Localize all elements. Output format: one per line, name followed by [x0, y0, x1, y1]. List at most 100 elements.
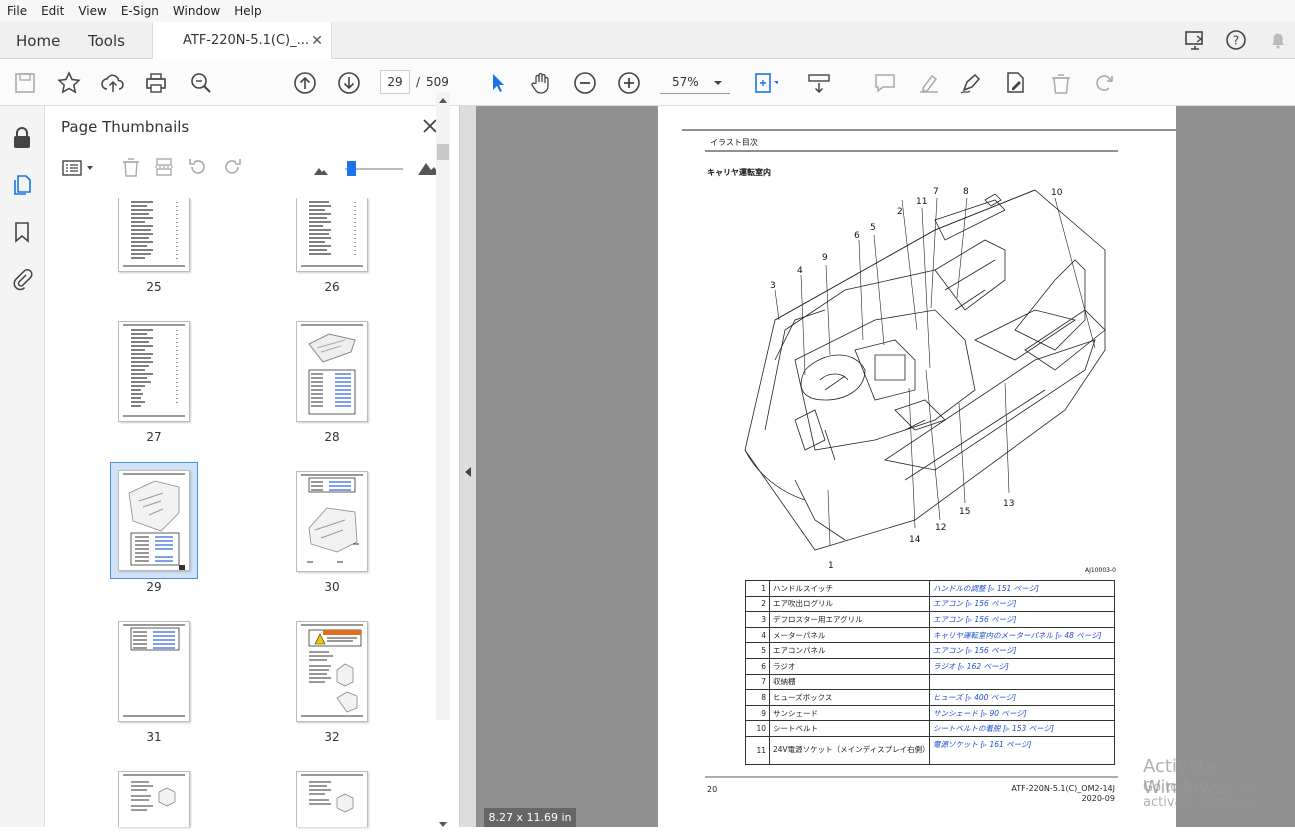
thumbnail-options-icon[interactable]: [61, 158, 97, 178]
legend-link[interactable]: エアコン [▹ 156 ページ]: [929, 611, 1115, 628]
scrollbar-thumb[interactable]: [437, 144, 449, 160]
zoom-level-input[interactable]: 57%: [660, 70, 730, 94]
thumbnail-page-31[interactable]: [118, 621, 190, 722]
table-row: 3 デフロスター用エアグリル エアコン [▹ 156 ページ]: [745, 611, 1115, 628]
callout-11: 11: [916, 197, 927, 207]
bookmark-star-icon[interactable]: [56, 70, 82, 96]
menu-help[interactable]: Help: [227, 4, 268, 18]
small-mountain-icon: [314, 168, 328, 175]
select-cursor-icon[interactable]: [485, 70, 511, 96]
legend-link[interactable]: シートベルトの着脱 [▹ 153 ページ]: [929, 720, 1115, 737]
next-page-icon[interactable]: [336, 70, 362, 96]
legend-link[interactable]: ヒューズ [▹ 400 ページ]: [929, 689, 1115, 706]
search-zoom-icon[interactable]: [188, 70, 214, 96]
help-icon[interactable]: ?: [1224, 28, 1248, 52]
callout-9: 9: [822, 253, 828, 263]
thumbnail-size-slider[interactable]: [345, 161, 403, 176]
attachment-paperclip-icon[interactable]: [11, 267, 33, 291]
scroll-mode-icon[interactable]: [806, 70, 832, 96]
scroll-down-arrow-icon[interactable]: [438, 821, 448, 829]
menu-esign[interactable]: E-Sign: [114, 4, 166, 18]
callout-6: 6: [854, 231, 860, 241]
thumbnail-label-25: 25: [146, 280, 162, 294]
comment-icon[interactable]: [872, 70, 898, 96]
legend-num: 10: [745, 720, 770, 737]
delete-trash-icon[interactable]: [1048, 70, 1074, 96]
draw-pen-icon[interactable]: [958, 70, 984, 96]
thumbnail-page-28[interactable]: [296, 321, 368, 422]
tab-bar: Home Tools ATF-220N-5.1(C)_... ✕: [0, 22, 1295, 59]
legend-link[interactable]: キャリヤ運転室内のメーターパネル [▹ 48 ページ]: [929, 626, 1115, 644]
legend-link[interactable]: エアコン [▹ 156 ページ]: [929, 642, 1115, 659]
legend-desc: サンシェード: [769, 704, 930, 722]
extract-pages-icon[interactable]: [153, 156, 175, 178]
menu-edit[interactable]: Edit: [34, 4, 71, 18]
menu-view[interactable]: View: [71, 4, 113, 18]
collapse-arrow-icon[interactable]: [464, 466, 472, 478]
slider-handle[interactable]: [347, 161, 356, 176]
hand-tool-icon[interactable]: [528, 70, 554, 96]
bookmark-icon[interactable]: [11, 220, 33, 244]
legend-link[interactable]: サンシェード [▹ 90 ページ]: [929, 704, 1115, 722]
thumbnail-label-32: 32: [324, 730, 340, 744]
thumbnail-page-30[interactable]: [296, 471, 368, 572]
zoom-in-icon[interactable]: [616, 70, 642, 96]
legend-link[interactable]: ハンドルの調整 [▹ 151 ページ]: [929, 580, 1115, 597]
print-icon[interactable]: [143, 70, 169, 96]
legend-num: 7: [745, 673, 770, 691]
page-separator: /: [416, 75, 421, 89]
legend-num: 3: [745, 611, 770, 628]
page-number-input[interactable]: 29: [380, 70, 410, 94]
callout-13: 13: [1003, 499, 1014, 509]
upload-cloud-icon[interactable]: [100, 70, 126, 96]
close-tab-icon[interactable]: ✕: [311, 33, 323, 49]
legend-num: 2: [745, 595, 770, 613]
thumbnail-page-29[interactable]: [118, 470, 190, 571]
activate-windows-subtext: Go to Settings to activate Windows.: [1143, 780, 1262, 810]
save-icon[interactable]: [12, 70, 38, 96]
menu-file[interactable]: File: [0, 4, 34, 18]
tab-document[interactable]: ATF-220N-5.1(C)_... ✕: [152, 22, 332, 59]
thumbnails-scrollbar[interactable]: [436, 92, 450, 827]
tab-tools[interactable]: Tools: [88, 22, 125, 59]
zoom-out-icon[interactable]: [572, 70, 598, 96]
delete-page-icon[interactable]: [120, 156, 142, 178]
notification-bell-icon[interactable]: [1266, 28, 1290, 52]
callout-15: 15: [959, 507, 970, 517]
legend-link[interactable]: ラジオ [▹ 162 ページ]: [929, 657, 1115, 675]
thumbnail-page-26[interactable]: [296, 198, 368, 272]
tab-home[interactable]: Home: [16, 22, 60, 59]
menu-window[interactable]: Window: [166, 4, 227, 18]
scroll-up-arrow-icon[interactable]: [438, 96, 448, 104]
thumbnail-page-27[interactable]: [118, 321, 190, 422]
redo-icon[interactable]: [1092, 70, 1118, 96]
lock-icon[interactable]: [11, 126, 33, 150]
share-screen-icon[interactable]: [1183, 28, 1207, 52]
legend-link: [929, 673, 1115, 691]
thumbnail-page-25[interactable]: [118, 198, 190, 272]
fill-sign-icon[interactable]: [1002, 70, 1028, 96]
thumbnail-page-34[interactable]: [296, 771, 368, 827]
page-footer-code: ATF-220N-5.1(C)_OM2-14J 2020-09: [990, 784, 1115, 804]
table-row: 2 エア吹出ログリル エアコン [▹ 156 ページ]: [745, 595, 1115, 613]
page-thumbnails-icon[interactable]: [11, 173, 33, 197]
section-title: キャリヤ運転室内: [707, 168, 771, 177]
rotate-right-icon[interactable]: [221, 156, 243, 178]
legend-num: 6: [745, 657, 770, 675]
rotate-left-icon[interactable]: [187, 156, 209, 178]
fit-page-icon[interactable]: [752, 70, 778, 96]
previous-page-icon[interactable]: [292, 70, 318, 96]
cab-interior-illustration: 1 2 3 4 5 6 7 8 9 10 11 12 13 14 15 AJ10…: [744, 187, 1116, 574]
legend-link[interactable]: 電源ソケット [▹ 161 ページ]: [929, 735, 1115, 765]
thumbnail-label-28: 28: [324, 430, 340, 444]
callout-7: 7: [933, 187, 939, 197]
thumbnail-lines: [123, 324, 185, 417]
thumbnail-page-32[interactable]: [296, 621, 368, 722]
thumbnail-page-33[interactable]: [118, 771, 190, 827]
panel-collapse-strip[interactable]: [460, 106, 476, 827]
figure-code: AJ10003-0: [1085, 567, 1116, 574]
highlight-pen-icon[interactable]: [916, 70, 942, 96]
doc-date: 2020-09: [1081, 794, 1115, 803]
legend-link[interactable]: エアコン [▹ 156 ページ]: [929, 595, 1115, 613]
table-row: 6 ラジオ ラジオ [▹ 162 ページ]: [745, 657, 1115, 675]
